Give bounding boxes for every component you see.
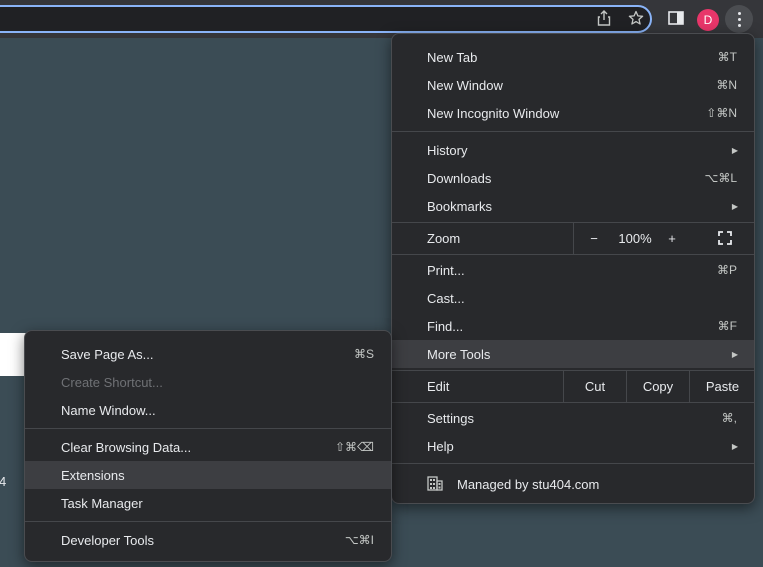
star-icon[interactable] (626, 8, 646, 28)
menu-separator (392, 402, 754, 403)
menu-item-label: Help (427, 438, 454, 454)
menu-item-task-manager[interactable]: Task Manager (25, 489, 391, 517)
submenu-arrow-icon: ▶ (731, 441, 738, 451)
menu-item-more-tools[interactable]: More Tools ▶ (392, 340, 754, 368)
menu-item-new-tab[interactable]: New Tab ⌘T (392, 43, 754, 71)
menu-item-shortcut: ⌘P (716, 263, 737, 277)
more-menu-icon (737, 11, 741, 27)
menu-item-shortcut: ⌘, (721, 411, 737, 425)
chrome-main-menu: New Tab ⌘T New Window ⌘N New Incognito W… (391, 33, 755, 504)
menu-item-developer-tools[interactable]: Developer Tools ⌥⌘I (25, 526, 391, 554)
menu-item-label: New Incognito Window (427, 105, 560, 121)
menu-item-label: Name Window... (61, 402, 156, 418)
menu-item-clear-browsing-data[interactable]: Clear Browsing Data... ⇧⌘⌫ (25, 433, 391, 461)
menu-item-shortcut: ⌘F (717, 319, 737, 333)
menu-item-label: New Window (427, 77, 503, 93)
profile-avatar[interactable]: D (697, 9, 719, 31)
menu-item-label: Downloads (427, 170, 492, 186)
menu-item-label: Cast... (427, 290, 465, 306)
menu-item-label: Save Page As... (61, 346, 154, 362)
menu-separator (392, 463, 754, 464)
menu-item-extensions[interactable]: Extensions (25, 461, 391, 489)
menu-item-name-window[interactable]: Name Window... (25, 396, 391, 424)
menu-item-label: More Tools (427, 346, 491, 362)
menu-separator (392, 254, 754, 255)
menu-item-label: Task Manager (61, 495, 143, 511)
menu-separator (392, 131, 754, 132)
menu-item-help[interactable]: Help ▶ (392, 432, 754, 460)
more-menu-button[interactable] (725, 5, 753, 33)
fullscreen-icon[interactable] (714, 222, 736, 254)
managed-by-notice[interactable]: Managed by stu404.com (392, 470, 754, 498)
menu-item-save-page-as[interactable]: Save Page As... ⌘S (25, 340, 391, 368)
menu-item-history[interactable]: History ▶ (392, 136, 754, 164)
menu-item-shortcut: ⌥⌘L (704, 171, 737, 185)
managed-label: Managed by stu404.com (457, 476, 600, 492)
menu-item-shortcut: ⌘T (717, 50, 737, 64)
side-panel-icon[interactable] (666, 8, 686, 28)
menu-item-shortcut: ⇧⌘⌫ (334, 440, 374, 454)
menu-item-label: History (427, 142, 468, 158)
copy-button[interactable]: Copy (626, 370, 689, 402)
menu-item-label: Bookmarks (427, 198, 493, 214)
menu-item-create-shortcut: Create Shortcut... (25, 368, 391, 396)
submenu-arrow-icon: ▶ (731, 201, 738, 211)
menu-separator (25, 428, 391, 429)
menu-item-label: Edit (427, 378, 450, 394)
paste-button[interactable]: Paste (689, 370, 755, 402)
menu-item-print[interactable]: Print... ⌘P (392, 256, 754, 284)
menu-item-label: Create Shortcut... (61, 374, 163, 390)
menu-item-new-window[interactable]: New Window ⌘N (392, 71, 754, 99)
menu-item-settings[interactable]: Settings ⌘, (392, 404, 754, 432)
menu-item-new-incognito-window[interactable]: New Incognito Window ⇧⌘N (392, 99, 754, 127)
menu-item-label: Zoom (427, 230, 461, 246)
menu-item-label: Print... (427, 262, 465, 278)
menu-separator (25, 521, 391, 522)
zoom-level: 100% (618, 230, 652, 246)
menu-item-cast[interactable]: Cast... (392, 284, 754, 312)
menu-item-label: New Tab (427, 49, 478, 65)
menu-item-label: Find... (427, 318, 464, 334)
menu-item-shortcut: ⌘S (353, 347, 374, 361)
menu-item-shortcut: ⇧⌘N (706, 106, 737, 120)
share-icon[interactable] (594, 8, 614, 28)
menu-item-label: Extensions (61, 467, 125, 483)
more-tools-submenu: Save Page As... ⌘S Create Shortcut... Na… (24, 330, 392, 562)
menu-item-find[interactable]: Find... ⌘F (392, 312, 754, 340)
cut-button[interactable]: Cut (563, 370, 626, 402)
menu-item-shortcut: ⌥⌘I (344, 533, 374, 547)
zoom-out-button[interactable]: − (584, 222, 604, 254)
page-text-fragment: 4 (0, 474, 7, 489)
menu-item-bookmarks[interactable]: Bookmarks ▶ (392, 192, 754, 220)
menu-item-label: Settings (427, 410, 474, 426)
menu-item-downloads[interactable]: Downloads ⌥⌘L (392, 164, 754, 192)
menu-item-shortcut: ⌘N (716, 78, 737, 92)
address-bar[interactable] (0, 5, 652, 33)
submenu-arrow-icon: ▶ (731, 349, 738, 359)
submenu-arrow-icon: ▶ (731, 145, 738, 155)
zoom-controls: − 100% + (573, 222, 756, 254)
zoom-in-button[interactable]: + (662, 222, 682, 254)
menu-item-label: Developer Tools (61, 532, 154, 548)
menu-item-label: Clear Browsing Data... (61, 439, 192, 455)
